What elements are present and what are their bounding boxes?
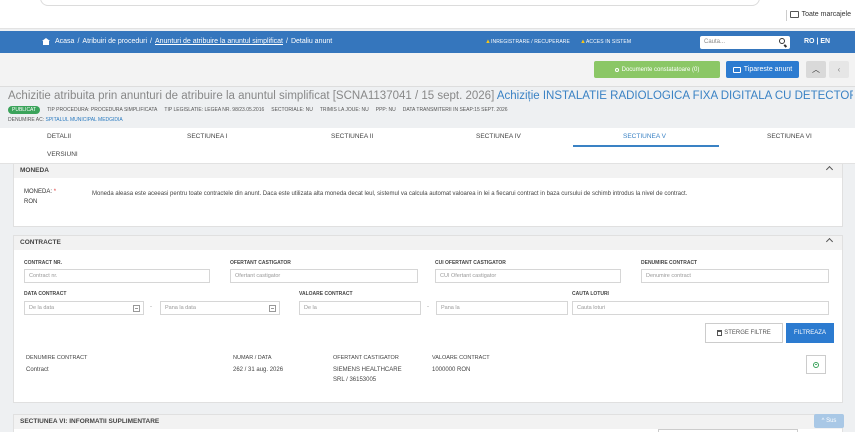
date-to-input[interactable]: Pana la data (160, 301, 280, 315)
denumire-label: DENUMIRE CONTRACT (641, 260, 698, 266)
breadcrumb-current: Detaliu anunt (290, 38, 333, 45)
contracting-authority: DENUMIRE AC: SPITALUL MUNICIPAL MEDGIDIA (8, 117, 123, 123)
tab-sectiunea-vi[interactable]: SECTIUNEA VI (767, 133, 812, 140)
chevron-up-icon: ^ (821, 418, 825, 424)
trash-icon (717, 330, 723, 336)
moneda-panel: MONEDA MONEDA: * RON Moneda aleasa este … (13, 164, 843, 227)
tab-sectiunea-ii[interactable]: SECTIUNEA II (331, 133, 373, 140)
column-header: DENUMIRE CONTRACT (26, 355, 88, 361)
eye-icon (813, 361, 819, 368)
filter-button[interactable]: FILTREAZA (786, 323, 834, 343)
loturi-label: CAUTA LOTURI (572, 291, 609, 297)
documents-button[interactable]: Documente constatatoare (0) (594, 61, 720, 78)
breadcrumb-atribuiri[interactable]: Atribuiri de proceduri (82, 38, 147, 45)
procedure-meta: PUBLICAT TIP PROCEDURA: PROCEDURA SIMPLI… (8, 106, 508, 114)
collapse-button[interactable]: ︿ (806, 61, 826, 78)
active-tab-indicator (573, 145, 719, 147)
contract-number-date: 262 / 31 aug. 2026 (233, 367, 284, 373)
main-navbar: Acasa / Atribuiri de proceduri / Anuntur… (0, 31, 855, 53)
folder-icon (789, 11, 799, 18)
search-icon[interactable] (779, 38, 785, 44)
print-button[interactable]: Tipareste anunt (726, 61, 799, 78)
date-from-input[interactable]: De la data (24, 301, 144, 315)
bookmarks-label: Toate marcajele (801, 11, 851, 18)
search-input[interactable]: Cauta... (700, 36, 790, 49)
cui-input[interactable]: CUI Ofertant castigator (435, 269, 621, 283)
eye-icon (614, 67, 619, 72)
sectiunea-vi-header[interactable]: SECTIUNEA VI: INFORMATII SUPLIMENTARE (14, 415, 842, 429)
page-title: Achizitie atribuita prin anunturi de atr… (8, 90, 853, 102)
contract-nr-label: CONTRACT NR. (24, 260, 63, 266)
section-tabs: DETALII SECTIUNEA I SECTIUNEA II SECTIUN… (0, 128, 855, 164)
data-contract-label: DATA CONTRACT (24, 291, 67, 297)
toolbar-separator (786, 10, 787, 21)
clear-filters-button[interactable]: STERGE FILTRE (705, 323, 783, 343)
column-header: OFERTANT CASTIGATOR (333, 355, 399, 361)
register-link[interactable]: ▲INREGISTRARE / RECUPERARE (485, 39, 570, 45)
home-icon (42, 38, 50, 45)
contract-winner-id: SRL / 36153005 (333, 377, 377, 383)
contract-nr-input[interactable]: Contract nr. (24, 269, 210, 283)
print-icon (732, 66, 741, 73)
login-link[interactable]: ▲ACCES IN SISTEM (580, 39, 631, 45)
chevron-up-icon: ︿ (812, 65, 820, 74)
account-links: ▲INREGISTRARE / RECUPERARE ▲ACCES IN SIS… (485, 39, 631, 45)
cui-label: CUI OFERTANT CASTIGATOR (435, 260, 506, 266)
authority-link[interactable]: SPITALUL MUNICIPAL MEDGIDIA (46, 117, 123, 123)
valoare-from-input[interactable]: De la (299, 301, 421, 315)
contracte-panel: CONTRACTE CONTRACT NR. Contract nr. OFER… (13, 235, 843, 403)
contract-value: 1000000 RON (432, 367, 471, 373)
moneda-description: Moneda aleasa este aceeasi pentru toate … (92, 191, 688, 197)
tab-sectiunea-v[interactable]: SECTIUNEA V (623, 133, 666, 140)
calendar-icon[interactable] (133, 305, 140, 312)
calendar-icon[interactable] (269, 305, 276, 312)
tab-versiuni[interactable]: VERSIUNI (47, 151, 78, 158)
moneda-value: RON (24, 199, 38, 205)
ofertant-input[interactable]: Ofertant castigator (230, 269, 418, 283)
contract-name: Contract (26, 367, 49, 373)
column-header: VALOARE CONTRACT (432, 355, 490, 361)
moneda-label: MONEDA: * (24, 189, 57, 195)
valoare-to-input[interactable]: Pana la (436, 301, 568, 315)
breadcrumb-home[interactable]: Acasa (55, 38, 74, 45)
contract-winner: SIEMENS HEALTHCARE (333, 367, 402, 373)
back-button[interactable]: ‹ (829, 61, 849, 78)
view-contract-button[interactable] (806, 355, 826, 374)
tab-detalii[interactable]: DETALII (47, 133, 71, 140)
address-bar[interactable] (40, 0, 760, 6)
bookmarks-folder[interactable]: Toate marcajele (789, 11, 851, 18)
page-toolbar: Documente constatatoare (0) Tipareste an… (0, 53, 855, 87)
loturi-input[interactable]: Cauta loturi (572, 301, 829, 315)
status-badge: PUBLICAT (8, 106, 41, 114)
moneda-header[interactable]: MONEDA (14, 164, 842, 178)
denumire-input[interactable]: Denumire contract (641, 269, 829, 283)
tab-sectiunea-i[interactable]: SECTIUNEA I (187, 133, 227, 140)
breadcrumb-anunturi[interactable]: Anunturi de atribuire la anuntul simplif… (155, 38, 283, 45)
column-header: NUMAR / DATA (233, 355, 272, 361)
chevron-up-icon[interactable] (825, 237, 834, 246)
tab-sectiunea-iv[interactable]: SECTIUNEA IV (476, 133, 521, 140)
language-switch[interactable]: RO | EN (804, 38, 830, 45)
chevron-up-icon[interactable] (825, 165, 834, 174)
browser-toolbar: Toate marcajele (0, 0, 855, 29)
breadcrumb: Acasa / Atribuiri de proceduri / Anuntur… (42, 38, 332, 45)
valoare-label: VALOARE CONTRACT (299, 291, 353, 297)
contracte-header[interactable]: CONTRACTE (14, 236, 842, 250)
chevron-left-icon: ‹ (837, 65, 841, 74)
ofertant-label: OFERTANT CASTIGATOR (230, 260, 291, 266)
scroll-top-button[interactable]: ^ Sus (814, 414, 844, 428)
